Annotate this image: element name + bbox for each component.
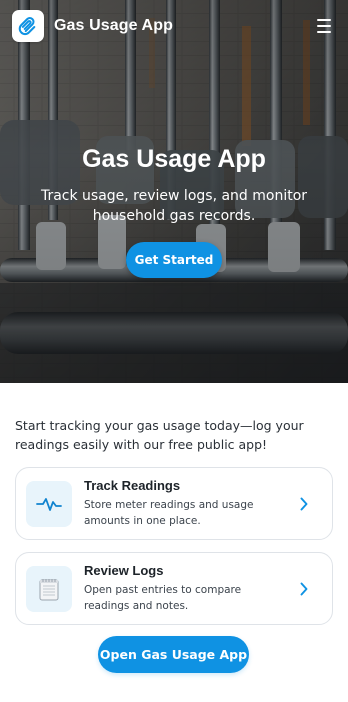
app-logo[interactable] <box>12 10 44 42</box>
hero-section: Gas Usage App Gas Usage App Track usage,… <box>0 0 348 383</box>
track-readings-card[interactable]: Track Readings Store meter readings and … <box>15 467 333 540</box>
notepad-icon <box>39 578 59 600</box>
hero-subtitle: Track usage, review logs, and monitor ho… <box>40 187 308 225</box>
card-description: Store meter readings and usage amounts i… <box>84 498 254 527</box>
menu-line <box>317 31 331 33</box>
menu-button[interactable] <box>312 14 336 38</box>
menu-line <box>317 19 331 21</box>
card-text: Review Logs Open past entries to compare… <box>84 563 292 615</box>
menu-line <box>317 25 331 27</box>
get-started-button[interactable]: Get Started <box>126 242 222 279</box>
chevron-right-icon <box>300 582 308 595</box>
hero-content: Gas Usage App Track usage, review logs, … <box>0 145 348 279</box>
brand-title: Gas Usage App <box>54 17 173 34</box>
review-logs-card[interactable]: Review Logs Open past entries to compare… <box>15 552 333 625</box>
chevron-right-icon <box>300 497 308 510</box>
card-title: Track Readings <box>84 477 181 493</box>
card-icon-container <box>26 565 72 612</box>
top-navigation: Gas Usage App <box>0 0 348 52</box>
page: Gas Usage App Gas Usage App Track usage,… <box>0 0 348 702</box>
hero-title: Gas Usage App <box>82 145 266 173</box>
activity-icon <box>36 497 62 511</box>
open-gas-usage-app-button[interactable]: Open Gas Usage App <box>98 636 249 673</box>
paperclip-icon <box>18 17 36 36</box>
main-content: Start tracking your gas usage today—log … <box>0 383 348 702</box>
card-icon-container <box>26 480 72 527</box>
card-description: Open past entries to compare readings an… <box>84 583 242 612</box>
intro-text: Start tracking your gas usage today—log … <box>15 418 304 452</box>
card-text: Track Readings Store meter readings and … <box>84 478 292 530</box>
card-title: Review Logs <box>84 562 164 578</box>
